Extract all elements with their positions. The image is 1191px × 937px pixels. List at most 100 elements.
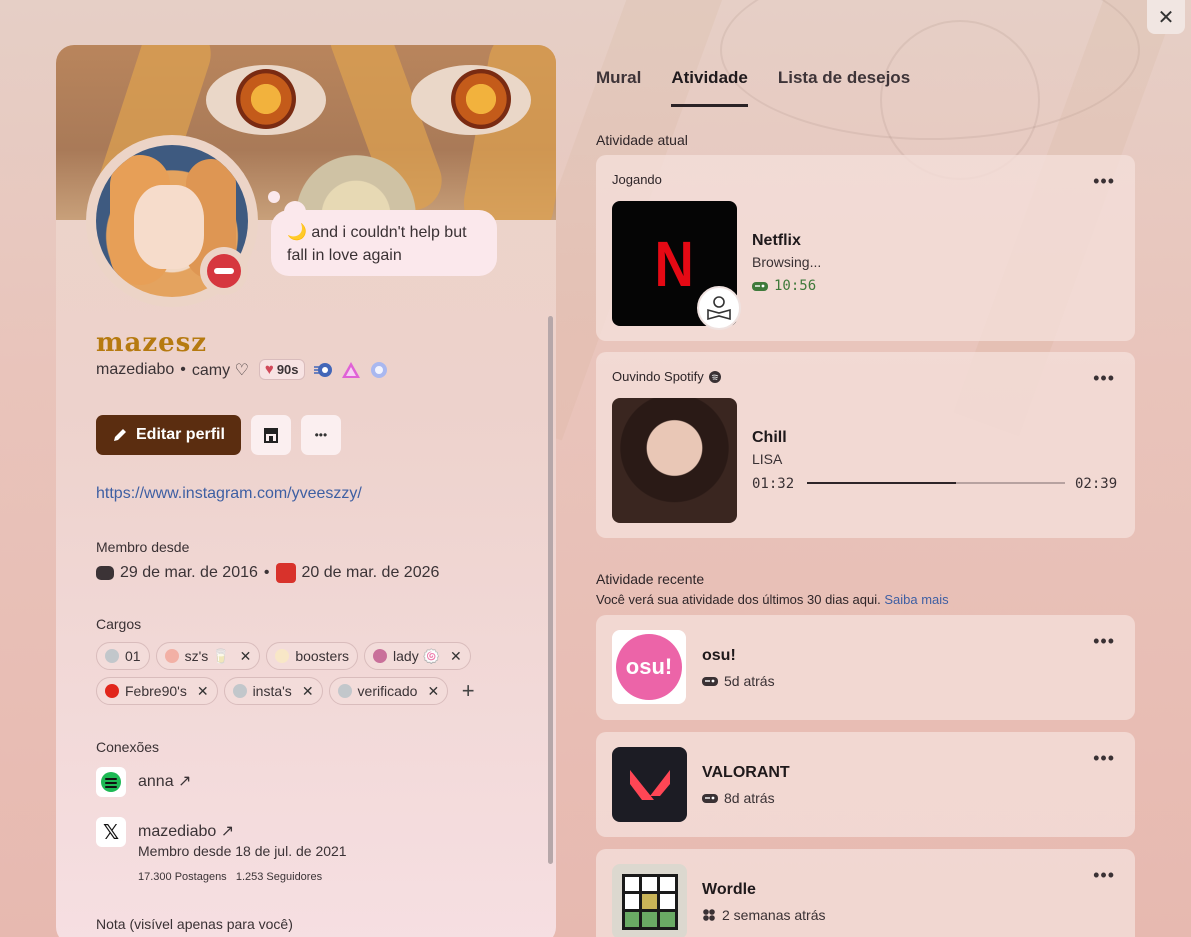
pencil-icon [114,429,126,441]
spotify-card: Ouvindo Spotify ••• Chill LISA 01:32 02:… [596,352,1135,538]
discord-icon [96,566,114,580]
learn-more-link[interactable]: Saiba mais [884,592,948,607]
edit-profile-label: Editar perfil [136,426,225,443]
remove-role-icon[interactable]: ✕ [302,683,314,700]
role-name: sz's 🥛 [184,647,230,664]
custom-status-text: and i couldn't help but fall in love aga… [287,224,467,264]
activity-time-label: 5d atrás [724,673,775,689]
remove-role-icon[interactable]: ✕ [450,648,462,665]
roles-title: Cargos [96,616,142,632]
role-color-dot [105,649,119,663]
track-artist[interactable]: LISA [752,451,782,467]
tab-lista-de-desejos[interactable]: Lista de desejos [778,68,910,107]
role-name: lady 🍥 [393,647,441,664]
role-pill[interactable]: Febre90's ✕ [96,677,218,705]
playing-card: Jogando ••• N Netflix Browsing... 10:56 [596,155,1135,341]
recent-subtitle-text: Você verá sua atividade dos últimos 30 d… [596,592,881,607]
recent-activity-title: Atividade recente [596,571,705,587]
gamepad-icon [702,794,718,803]
item-more-button[interactable]: ••• [1093,748,1115,769]
remove-role-icon[interactable]: ✕ [240,648,252,665]
role-pill[interactable]: verificado ✕ [328,677,449,705]
nitro-badge-icon[interactable] [341,360,361,380]
activity-time: 2 semanas atrás [702,907,826,923]
role-color-dot [232,684,247,698]
reading-user-icon [697,286,741,330]
spotify-header-label: Ouvindo Spotify [612,369,704,384]
recent-activity-item[interactable]: ••• Wordle 2 semanas atrás [596,849,1135,937]
external-link-icon: ↗ [220,823,235,840]
role-name: boosters [295,648,350,664]
activity-name: Netflix [752,232,801,249]
x-stats: 17.300 Postagens 1.253 Seguidores [138,871,323,883]
activity-timer: 10:56 [752,278,816,294]
role-pill[interactable]: lady 🍥 ✕ [364,642,471,670]
server-join-date: 20 de mar. de 2026 [301,564,440,581]
role-pill[interactable]: boosters [266,642,359,670]
track-progress-bar[interactable] [807,482,1065,484]
external-link-icon: ↗ [178,773,192,790]
spotify-more-button[interactable]: ••• [1093,368,1115,389]
x-member-since: Membro desde 18 de jul. de 2021 [138,843,347,859]
separator-dot: • [263,564,270,581]
remove-role-icon[interactable]: ✕ [427,683,439,700]
dnd-status-icon [200,247,248,295]
gamepad-icon [752,282,768,291]
connection-spotify[interactable]: anna ↗ [96,767,191,797]
add-role-button[interactable]: + [454,677,482,705]
member-since-title: Membro desde [96,539,190,555]
boost-badge-icon[interactable] [369,360,389,380]
activity-time: 8d atrás [702,790,775,806]
role-pill[interactable]: sz's 🥛 ✕ [155,642,261,670]
close-button[interactable]: ✕ [1147,0,1185,34]
activity-name: Wordle [702,881,756,898]
server-tag-label: 90s [276,362,299,377]
activity-name: VALORANT [702,764,790,781]
item-more-button[interactable]: ••• [1093,631,1115,652]
pronouns: camy ♡ [191,361,249,379]
custom-status-bubble[interactable]: 🌙 and i couldn't help but fall in love a… [271,210,497,276]
recent-activity-item[interactable]: ••• VALORANT 8d atrás [596,732,1135,837]
connections-title: Conexões [96,739,160,755]
tab-atividade[interactable]: Atividade [671,68,748,107]
roles-list: 01 sz's 🥛 ✕ boosters lady 🍥 ✕ Febre90's ✕ insta'… [96,642,496,705]
spotify-small-icon [708,370,721,383]
ellipsis-icon: ••• [314,428,328,442]
playing-header: Jogando [612,172,662,187]
activity-time: 5d atrás [702,673,775,689]
edit-profile-button[interactable]: Editar perfil [96,415,241,455]
discord-join-date: 29 de mar. de 2016 [120,564,258,581]
hypesquad-badge-icon[interactable] [313,360,333,380]
activity-time-label: 8d atrás [724,790,775,806]
playing-more-button[interactable]: ••• [1093,171,1115,192]
track-elapsed: 01:32 [752,476,795,492]
server-tag[interactable]: ♥ 90s [258,359,305,380]
shop-button[interactable] [250,415,291,455]
spotify-icon [96,767,126,797]
album-art[interactable] [612,398,737,523]
username-line: mazediabo • camy ♡ ♥ 90s [96,359,389,380]
remove-role-icon[interactable]: ✕ [197,683,209,700]
profile-link[interactable]: https://www.instagram.com/yveeszzy/ [96,485,362,503]
track-title[interactable]: Chill [752,429,787,447]
connection-x[interactable]: 𝕏 mazediabo ↗ Membro desde 18 de jul. de… [96,817,347,883]
username: mazediabo [96,360,175,378]
valorant-icon [612,747,687,822]
role-color-dot [275,649,290,663]
server-icon [275,563,296,583]
elapsed-time: 10:56 [774,278,817,294]
activity-apps-icon [703,909,715,921]
item-more-button[interactable]: ••• [1093,865,1115,886]
role-color-dot [164,649,179,663]
activity-time-label: 2 semanas atrás [722,907,826,923]
profile-scrollbar[interactable] [548,316,553,864]
recent-activity-item[interactable]: ••• osu! osu! 5d atrás [596,615,1135,720]
role-color-dot [337,684,352,698]
role-name: verificado [357,683,418,699]
more-options-button[interactable]: ••• [300,415,341,455]
spotify-account-name: anna [138,773,174,790]
role-pill[interactable]: insta's ✕ [223,677,323,705]
tab-mural[interactable]: Mural [596,68,641,107]
role-pill[interactable]: 01 [96,642,150,670]
role-name: 01 [125,648,141,664]
